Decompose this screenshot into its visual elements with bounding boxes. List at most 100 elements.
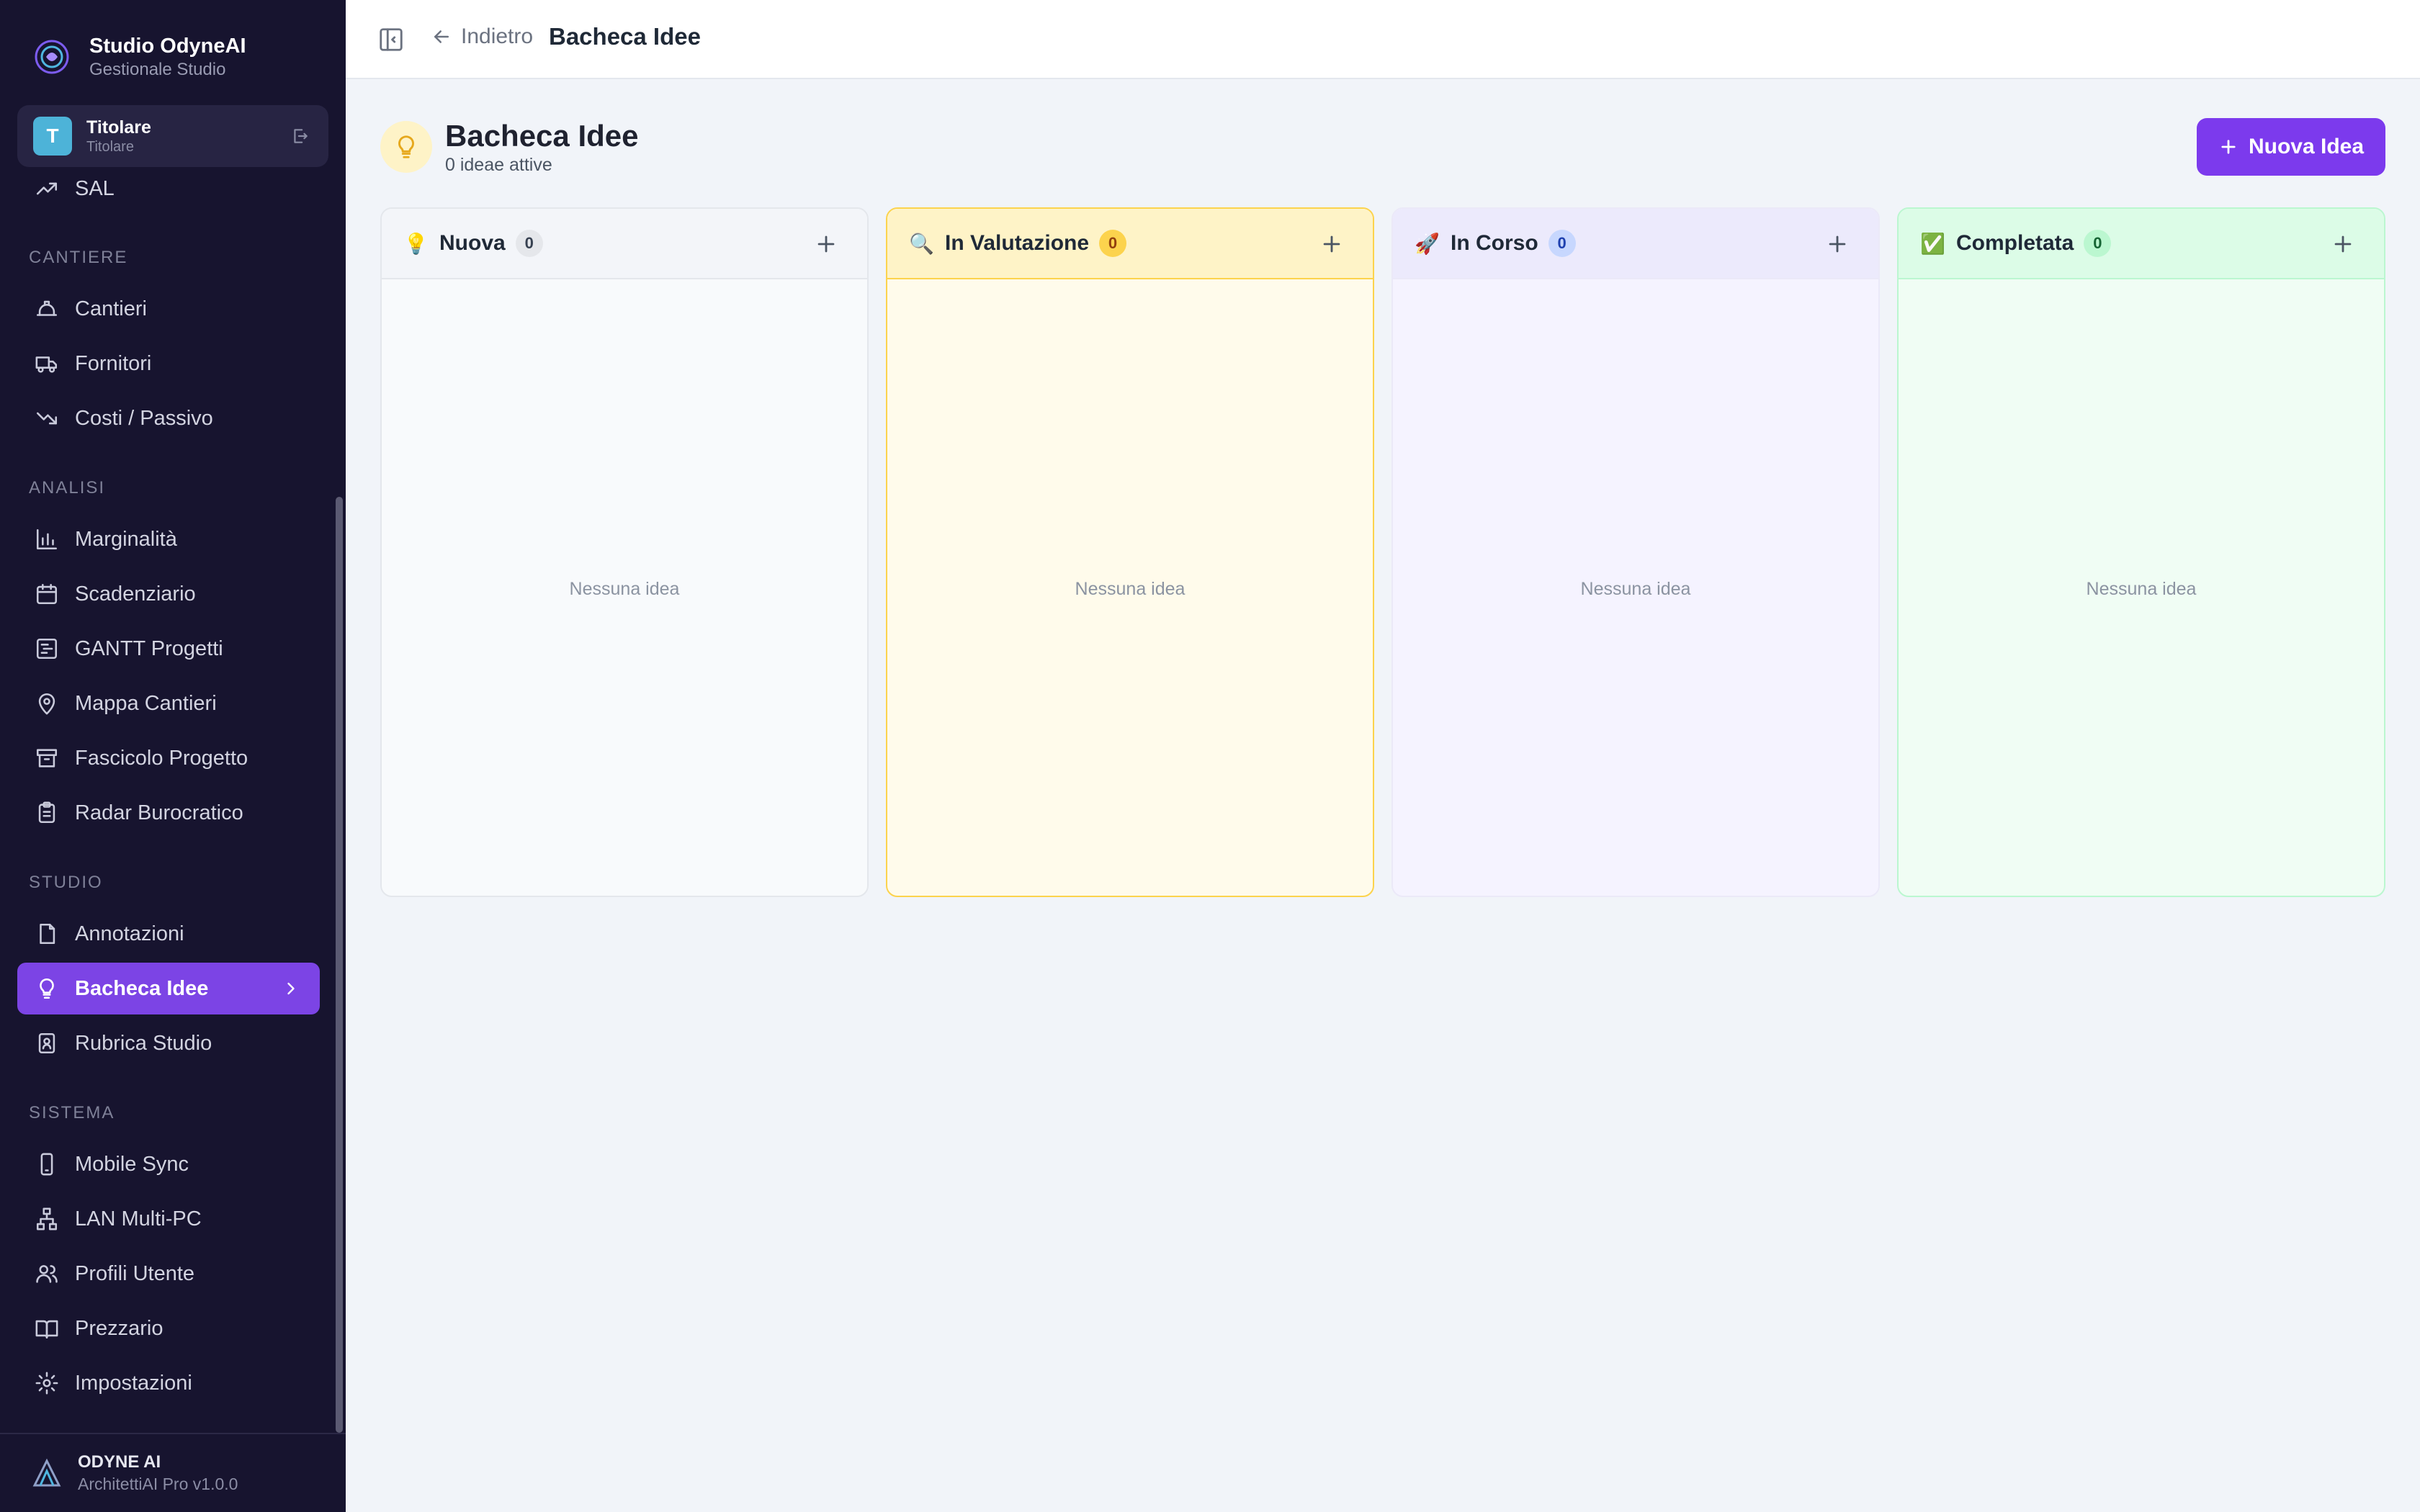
column-title: In Valutazione	[945, 231, 1090, 255]
gear-icon	[35, 1372, 58, 1395]
column-empty-text: Nessuna idea	[1075, 579, 1186, 599]
add-idea-plus-icon[interactable]	[2331, 232, 2355, 256]
sidebar-item-fornitori[interactable]: Fornitori	[17, 338, 320, 390]
column-count-badge: 0	[515, 230, 543, 257]
sidebar-item-label: Marginalità	[75, 527, 177, 551]
sidebar-item-gantt[interactable]: GANTT Progetti	[17, 623, 320, 675]
sidebar-item-bacheca-idee[interactable]: Bacheca Idee	[17, 963, 320, 1014]
sidebar-item-label: Bacheca Idee	[75, 976, 209, 1000]
column-title: Nuova	[439, 231, 506, 255]
lightbulb-emoji-icon: 💡	[403, 232, 429, 255]
section-studio: STUDIO	[29, 873, 103, 892]
add-idea-plus-icon[interactable]	[814, 232, 838, 256]
sidebar: Studio OdyneAI Gestionale Studio T Titol…	[0, 0, 346, 1512]
column-empty-text: Nessuna idea	[1580, 579, 1691, 599]
archive-icon	[36, 749, 58, 768]
column-in-corso: 🚀 In Corso 0 Nessuna idea	[1392, 207, 1880, 897]
new-idea-label: Nuova Idea	[2248, 135, 2365, 158]
page-subtitle: 0 ideae attive	[445, 155, 552, 175]
column-count-badge: 0	[2084, 230, 2112, 257]
column-header: ✅ Completata 0	[1899, 209, 2384, 279]
brand-logo-icon	[29, 32, 75, 82]
column-count-badge: 0	[1548, 230, 1576, 257]
footer-subtitle: ArchitettiAI Pro v1.0.0	[78, 1475, 238, 1493]
sidebar-item-label: Scadenziario	[75, 582, 196, 606]
logout-icon[interactable]	[288, 124, 313, 148]
sidebar-item-fascicolo-progetto[interactable]: Fascicolo Progetto	[17, 732, 320, 784]
column-title: Completata	[1956, 231, 2074, 255]
column-in-valutazione: 🔍 In Valutazione 0 Nessuna idea	[886, 207, 1374, 897]
breadcrumb-title: Bacheca Idee	[549, 23, 701, 50]
rocket-emoji-icon: 🚀	[1415, 232, 1440, 255]
sidebar-toggle-icon[interactable]	[377, 26, 405, 53]
sidebar-item-label: Profili Utente	[75, 1261, 195, 1285]
topbar: Indietro Bacheca Idee	[346, 0, 2420, 79]
sidebar-item-radar-burocratico[interactable]: Radar Burocratico	[17, 787, 320, 839]
bar-chart-icon	[36, 528, 58, 550]
network-icon	[36, 1207, 58, 1230]
sidebar-item-lan-multi-pc[interactable]: LAN Multi-PC	[17, 1193, 320, 1245]
column-empty-text: Nessuna idea	[2086, 579, 2197, 599]
brand[interactable]: Studio OdyneAI Gestionale Studio	[29, 32, 246, 82]
column-header: 💡 Nuova 0	[382, 209, 867, 279]
add-idea-plus-icon[interactable]	[1319, 232, 1344, 256]
sidebar-item-label: Costi / Passivo	[75, 406, 213, 430]
contact-book-icon	[38, 1032, 55, 1054]
check-emoji-icon: ✅	[1920, 232, 1945, 255]
book-icon	[35, 1320, 58, 1339]
arrow-left-icon	[434, 30, 449, 43]
sidebar-item-label: Fornitori	[75, 351, 152, 375]
footer-title: ODYNE AI	[78, 1452, 161, 1472]
column-completata: ✅ Completata 0 Nessuna idea	[1897, 207, 2385, 897]
sidebar-item-cantieri[interactable]: Cantieri	[17, 283, 320, 335]
back-button[interactable]: Indietro	[431, 24, 533, 49]
column-header: 🔍 In Valutazione 0	[887, 209, 1373, 279]
sidebar-item-mappa-cantieri[interactable]: Mappa Cantieri	[17, 678, 320, 729]
sidebar-item-impostazioni[interactable]: Impostazioni	[17, 1357, 320, 1409]
sidebar-item-label: Mappa Cantieri	[75, 691, 217, 715]
section-analisi: ANALISI	[29, 478, 106, 498]
sidebar-item-annotazioni[interactable]: Annotazioni	[17, 908, 320, 960]
magnifier-emoji-icon: 🔍	[909, 232, 934, 255]
calendar-icon	[36, 583, 58, 605]
user-card[interactable]: T Titolare Titolare	[17, 105, 328, 167]
sidebar-item-costi-passivo[interactable]: Costi / Passivo	[17, 392, 320, 444]
users-icon	[36, 1265, 58, 1283]
user-role: Titolare	[86, 139, 134, 155]
new-idea-button[interactable]: Nuova Idea	[2197, 118, 2385, 176]
back-label: Indietro	[461, 24, 534, 48]
add-idea-plus-icon[interactable]	[1825, 232, 1850, 256]
sidebar-item-rubrica-studio[interactable]: Rubrica Studio	[17, 1017, 320, 1069]
plus-icon	[2221, 140, 2236, 154]
page-title: Bacheca Idee	[445, 119, 639, 153]
avatar: T	[33, 117, 72, 156]
sidebar-item-label: Annotazioni	[75, 922, 184, 945]
sidebar-footer: ODYNE AI ArchitettiAI Pro v1.0.0	[0, 1433, 346, 1512]
sidebar-scrollbar[interactable]	[336, 497, 343, 1433]
sidebar-item-label: Cantieri	[75, 297, 147, 320]
sidebar-item-sal[interactable]: SAL	[17, 163, 320, 215]
user-name: Titolare	[86, 117, 151, 138]
trending-down-icon	[36, 412, 58, 425]
sidebar-item-profili-utente[interactable]: Profili Utente	[17, 1248, 320, 1300]
sidebar-item-scadenziario[interactable]: Scadenziario	[17, 568, 320, 620]
sidebar-item-prezzario[interactable]: Prezzario	[17, 1302, 320, 1354]
file-icon	[40, 923, 55, 945]
sidebar-item-label: Mobile Sync	[75, 1152, 189, 1176]
column-header: 🚀 In Corso 0	[1393, 209, 1878, 279]
section-sistema: SISTEMA	[29, 1103, 115, 1122]
lightbulb-icon	[380, 121, 432, 173]
smartphone-icon	[40, 1153, 53, 1176]
page-header: Bacheca Idee 0 ideae attive	[380, 118, 639, 176]
column-empty-text: Nessuna idea	[569, 579, 680, 599]
sidebar-item-mobile-sync[interactable]: Mobile Sync	[17, 1138, 320, 1190]
lightbulb-icon	[40, 978, 54, 999]
brand-subtitle: Gestionale Studio	[89, 60, 226, 79]
sidebar-item-label: GANTT Progetti	[75, 636, 223, 660]
brand-title: Studio OdyneAI	[89, 35, 246, 58]
sidebar-item-marginalita[interactable]: Marginalità	[17, 513, 320, 565]
chevron-right-icon	[287, 982, 295, 995]
truck-icon	[35, 356, 58, 373]
sidebar-item-label: Radar Burocratico	[75, 801, 243, 824]
gantt-icon	[36, 638, 58, 660]
